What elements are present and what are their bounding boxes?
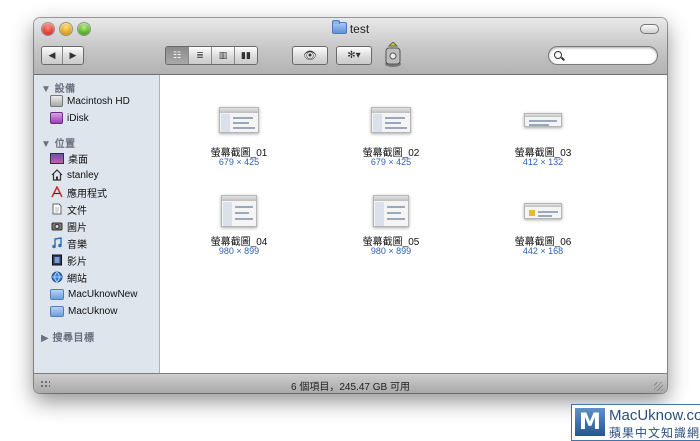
watermark-line2: 蘋果中文知識網	[609, 426, 700, 440]
file-dimensions: 679 × 425	[370, 157, 412, 167]
forward-button[interactable]: ▶	[63, 47, 83, 64]
status-bar: 6 個項目，245.47 GB 可用	[34, 373, 667, 393]
search-input[interactable]	[565, 48, 651, 62]
pictures-icon	[50, 220, 63, 232]
sidebar-item-pictures[interactable]: 圖片	[50, 218, 87, 234]
action-menu-button[interactable]: ✻▾	[336, 46, 372, 65]
sidebar-item-music[interactable]: 音樂	[50, 235, 87, 251]
hard-disk-icon	[50, 95, 63, 107]
sidebar-item-documents[interactable]: 文件	[50, 201, 87, 217]
status-text: 6 個項目，245.47 GB 可用	[291, 382, 410, 393]
watermark-m: M	[575, 408, 605, 436]
toolbar-toggle-button[interactable]	[640, 24, 659, 34]
file-dimensions: 980 × 899	[218, 246, 260, 256]
image-thumbnail-icon	[524, 203, 562, 219]
sidebar-item-label: 桌面	[68, 154, 88, 166]
sidebar-item-label: 音樂	[67, 239, 87, 251]
finder-window: test ◀ ▶ ☷ ≣ ▥ ▮▮ 👁 ✻▾ ▼ 設備 Macintosh HD…	[34, 18, 667, 393]
sidebar-item-label: MacUknow	[68, 305, 118, 317]
search-field[interactable]	[548, 46, 658, 65]
sidebar: ▼ 設備 Macintosh HD iDisk ▼ 位置 桌面 stanley …	[34, 75, 160, 373]
idisk-icon	[50, 112, 63, 124]
documents-icon	[50, 203, 63, 215]
sidebar-item-movies[interactable]: 影片	[50, 252, 87, 268]
image-thumbnail-icon	[373, 195, 409, 227]
sidebar-item-label: 網站	[67, 273, 87, 285]
sidebar-item-macuknownew[interactable]: MacUknowNew	[50, 286, 137, 302]
view-list-button[interactable]: ≣	[189, 47, 212, 64]
file-dimensions: 442 × 168	[522, 246, 564, 256]
sidebar-item-macintosh-hd[interactable]: Macintosh HD	[50, 93, 130, 109]
sidebar-item-sites[interactable]: 網站	[50, 269, 87, 285]
sidebar-item-label: 文件	[67, 205, 87, 217]
sidebar-item-label: Macintosh HD	[67, 95, 130, 107]
file-dimensions: 980 × 899	[370, 246, 412, 256]
file-dimensions: 412 × 132	[522, 157, 564, 167]
sidebar-item-label: iDisk	[67, 112, 89, 124]
sidebar-item-idisk[interactable]: iDisk	[50, 110, 89, 126]
home-icon	[50, 169, 63, 181]
movies-icon	[50, 254, 63, 266]
desktop-icon	[50, 152, 64, 164]
sidebar-item-label: 影片	[67, 256, 87, 268]
window-title-text: test	[349, 22, 370, 36]
applications-icon	[50, 186, 63, 198]
folder-icon	[50, 305, 64, 317]
music-icon	[50, 237, 63, 249]
image-thumbnail-icon	[524, 113, 562, 127]
watermark-logo: M MacUknow.com 蘋果中文知識網	[571, 404, 700, 441]
gear-icon: ✻▾	[347, 50, 361, 61]
sidebar-item-label: 圖片	[67, 222, 87, 234]
sidebar-header-search-for[interactable]: ▶ 搜尋目標	[41, 329, 94, 344]
watermark-line1: MacUknow.com	[609, 407, 700, 424]
sidebar-item-label: 應用程式	[67, 188, 107, 200]
view-coverflow-button[interactable]: ▮▮	[235, 47, 257, 64]
image-thumbnail-icon	[371, 107, 411, 133]
sidebar-item-label: MacUknowNew	[68, 288, 138, 300]
sidebar-item-label: stanley	[67, 169, 99, 181]
window-resize-grip[interactable]	[654, 382, 663, 391]
folder-icon	[50, 288, 64, 300]
view-columns-button[interactable]: ▥	[212, 47, 235, 64]
burn-icon[interactable]	[383, 41, 403, 68]
view-mode-control: ☷ ≣ ▥ ▮▮	[165, 46, 258, 65]
quick-look-button[interactable]: 👁	[292, 46, 328, 65]
sidebar-item-macuknow[interactable]: MacUknow	[50, 303, 117, 319]
sidebar-item-applications[interactable]: 應用程式	[50, 184, 107, 200]
sites-icon	[50, 271, 63, 283]
sidebar-item-desktop[interactable]: 桌面	[50, 150, 88, 166]
view-icons-button[interactable]: ☷	[166, 47, 189, 64]
back-forward-control: ◀ ▶	[41, 46, 84, 65]
search-icon	[554, 51, 562, 59]
back-button[interactable]: ◀	[42, 47, 63, 64]
title-bar: test ◀ ▶ ☷ ≣ ▥ ▮▮ 👁 ✻▾	[34, 18, 667, 75]
file-dimensions: 679 × 425	[218, 157, 260, 167]
sidebar-item-home[interactable]: stanley	[50, 167, 99, 183]
sidebar-header-places[interactable]: ▼ 位置	[41, 135, 76, 150]
file-icon-view: 螢幕截圖_01 679 × 425 螢幕截圖_02 679 × 425 螢幕截圖…	[160, 75, 667, 373]
eye-icon: 👁	[303, 50, 317, 62]
window-title: test	[34, 20, 667, 36]
image-thumbnail-icon	[219, 107, 259, 133]
folder-icon	[331, 20, 347, 34]
image-thumbnail-icon	[221, 195, 257, 227]
